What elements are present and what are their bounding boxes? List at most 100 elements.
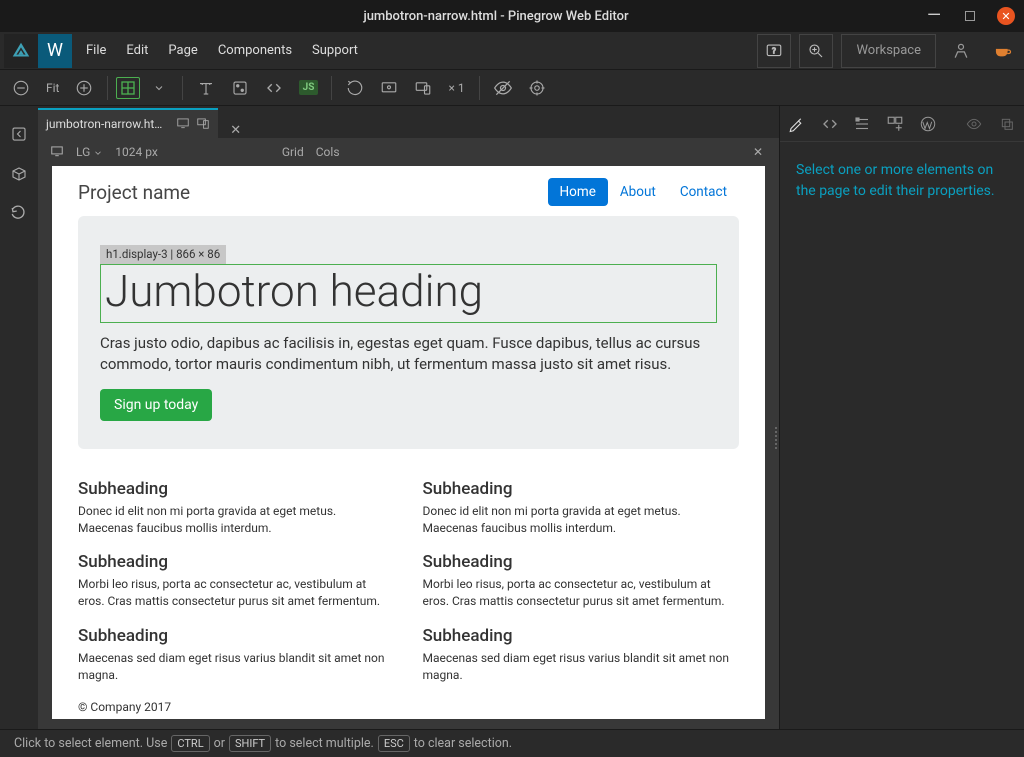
zoom-out-icon[interactable] [6,74,36,102]
statusbar: Click to select element. Use CTRL or SHI… [0,729,1024,757]
coffee-icon[interactable] [986,34,1020,68]
library-panel-icon[interactable] [7,162,31,186]
menu-page[interactable]: Page [168,43,197,58]
window-maximize-button[interactable] [960,6,980,26]
toolbar-separator [182,76,183,100]
right-column[interactable]: Subheading Donec id elit non mi porta gr… [423,479,740,714]
kbd-ctrl: CTRL [171,735,209,752]
subheading[interactable]: Subheading [423,479,740,499]
person-icon[interactable] [944,34,978,68]
status-text: or [214,736,225,751]
breakpoint-label[interactable]: LG [76,145,103,159]
visibility-icon[interactable] [488,74,518,102]
device-size-icon[interactable] [50,144,64,161]
menu-edit[interactable]: Edit [126,43,148,58]
chevron-down-icon[interactable] [144,74,174,102]
selection-badge: h1.display-3 | 866 × 86 [100,245,226,264]
viewport-close-icon[interactable]: ✕ [753,145,767,159]
tab-close-icon[interactable]: ✕ [224,123,247,138]
settings-gear-icon[interactable] [522,74,552,102]
properties-empty-message: Select one or more elements on the page … [780,142,1024,220]
menu-file[interactable]: File [86,43,106,58]
paragraph[interactable]: Morbi leo risus, porta ac consectetur ac… [423,576,740,610]
css-tool-icon[interactable] [225,74,255,102]
panel-tabs [780,106,1024,142]
code-tool-icon[interactable] [259,74,289,102]
preview-brand[interactable]: Project name [78,181,190,204]
refresh-icon[interactable] [340,74,370,102]
properties-panel: Select one or more elements on the page … [779,106,1024,729]
copy-icon[interactable] [997,113,1016,135]
nav-home[interactable]: Home [548,178,608,206]
menubar: W File Edit Page Components Support ? Wo… [0,32,1024,70]
paragraph[interactable]: Maecenas sed diam eget risus varius blan… [423,650,740,684]
window-title: jumbotron-narrow.html - Pinegrow Web Edi… [68,9,924,24]
subheading[interactable]: Subheading [78,626,395,646]
cols-toggle-label[interactable]: Cols [316,145,340,159]
kbd-esc: ESC [378,735,410,752]
zoom-in-icon[interactable] [799,34,833,68]
status-text: to clear selection. [414,736,512,751]
history-panel-icon[interactable] [7,202,31,226]
js-badge[interactable]: JS [293,74,323,102]
document-tab[interactable]: jumbotron-narrow.ht… [38,108,218,138]
attributes-tab-icon[interactable] [853,113,872,135]
titlebar: jumbotron-narrow.html - Pinegrow Web Edi… [0,0,1024,32]
subheading[interactable]: Subheading [78,479,395,499]
desktop-view-icon[interactable] [176,116,190,133]
menu-components[interactable]: Components [218,43,292,58]
jumbotron-lead[interactable]: Cras justo odio, dapibus ac facilisis in… [100,333,717,375]
splitter-handle[interactable] [775,418,779,458]
style-tab-icon[interactable] [788,113,807,135]
jumbotron-heading[interactable]: Jumbotron heading [105,265,712,318]
viewport-controls: LG 1024 px Grid Cols ✕ [38,138,779,166]
wordpress-tab-icon[interactable] [918,113,937,135]
toolbar-separator [107,76,108,100]
signup-button[interactable]: Sign up today [100,389,212,421]
zoom-level-label[interactable]: × 1 [442,81,470,95]
insert-panel-icon[interactable] [7,122,31,146]
left-column[interactable]: Subheading Donec id elit non mi porta gr… [78,479,395,714]
zoom-in-toolbar-icon[interactable] [69,74,99,102]
grid-toggle-icon[interactable] [116,77,140,99]
page-canvas[interactable]: Project name Home About Contact h1.displ… [52,166,765,719]
tab-label: jumbotron-narrow.ht… [46,117,162,131]
nav-contact[interactable]: Contact [668,178,739,206]
brand-w-icon[interactable]: W [38,34,72,68]
toolbar-separator [331,76,332,100]
left-rail [0,106,38,729]
grid-toggle-label[interactable]: Grid [282,145,304,159]
workspace-button[interactable]: Workspace [841,34,936,68]
eye-icon[interactable] [965,113,984,135]
kbd-shift: SHIFT [229,735,271,752]
status-text: to select multiple. [275,736,374,751]
text-tool-icon[interactable] [191,74,221,102]
nav-about[interactable]: About [608,178,668,206]
document-tabs: jumbotron-narrow.ht… ✕ [38,106,779,138]
responsive-icon[interactable] [408,74,438,102]
mobile-view-icon[interactable] [196,116,210,133]
code-tab-icon[interactable] [821,113,840,135]
preview-footer[interactable]: © Company 2017 [78,700,395,714]
paragraph[interactable]: Donec id elit non mi porta gravida at eg… [423,503,740,537]
subheading[interactable]: Subheading [78,552,395,572]
selected-element-outline[interactable]: Jumbotron heading [100,264,717,323]
subheading[interactable]: Subheading [423,552,740,572]
window-minimize-button[interactable]: — [924,6,944,26]
subheading[interactable]: Subheading [423,626,740,646]
zoom-fit-label[interactable]: Fit [40,81,65,95]
toolbar-separator [479,76,480,100]
device-icon[interactable] [374,74,404,102]
window-close-button[interactable]: ✕ [996,6,1016,26]
preview-nav: Home About Contact [548,178,739,206]
actions-tab-icon[interactable] [886,113,905,135]
paragraph[interactable]: Maecenas sed diam eget risus varius blan… [78,650,395,684]
svg-text:?: ? [773,46,777,56]
toolbar: Fit JS × 1 [0,70,1024,106]
paragraph[interactable]: Morbi leo risus, porta ac consectetur ac… [78,576,395,610]
menu-support[interactable]: Support [312,43,358,58]
paragraph[interactable]: Donec id elit non mi porta gravida at eg… [78,503,395,537]
preview-jumbotron[interactable]: h1.display-3 | 866 × 86 Jumbotron headin… [78,216,739,449]
help-icon[interactable]: ? [757,34,791,68]
app-logo-icon[interactable] [4,34,38,68]
